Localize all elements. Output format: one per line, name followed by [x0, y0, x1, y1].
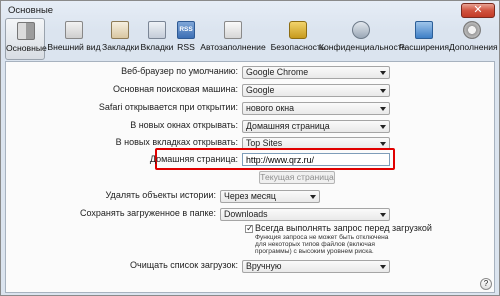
new-windows-select[interactable]: Домашняя страница [242, 120, 390, 133]
close-button[interactable]: ✕ [461, 3, 495, 18]
chevron-down-icon [380, 71, 386, 75]
window-title: Основные [8, 5, 54, 16]
tab-label: Конфиденциальность [319, 42, 407, 52]
remove-history-label: Удалять объекты истории: [105, 190, 216, 200]
safari-opens-label: Safari открывается при открытии: [98, 102, 238, 112]
tab-privacy[interactable]: Конфиденциальность [319, 18, 407, 60]
tab-label: Дополнения [449, 42, 498, 52]
save-downloads-select[interactable]: Downloads [220, 208, 390, 221]
chevron-down-icon [380, 125, 386, 129]
search-engine-select[interactable]: Google [242, 84, 390, 97]
checkmark-icon: ✓ [246, 223, 254, 233]
safari-opens-select[interactable]: нового окна [242, 102, 390, 115]
tab-appearance[interactable]: Внешний вид [47, 18, 101, 60]
select-value: Домашняя страница [246, 121, 330, 131]
tab-autofill[interactable]: Автозаполнение [198, 18, 268, 60]
tab-label: Внешний вид [47, 42, 101, 52]
help-button[interactable]: ? [480, 278, 492, 290]
search-engine-label: Основная поисковая машина: [112, 84, 238, 94]
save-downloads-label: Сохранять загруженное в папке: [79, 208, 216, 218]
tab-bookmarks[interactable]: Закладки [102, 18, 140, 60]
privacy-icon [352, 21, 370, 39]
general-switch-icon [17, 22, 35, 40]
tab-label: RSS [177, 42, 195, 52]
chevron-down-icon [380, 213, 386, 217]
tabs-icon [148, 21, 166, 39]
preferences-window: Основные ✕ Основные Внешний вид Закладки… [0, 0, 500, 296]
general-settings-panel: Веб-браузер по умолчанию: Google Chrome … [5, 61, 495, 293]
bookmarks-icon [111, 21, 129, 39]
remove-history-select[interactable]: Через месяц [220, 190, 320, 203]
tab-tabs[interactable]: Вкладки [140, 18, 174, 60]
tab-general[interactable]: Основные [5, 18, 47, 60]
ask-before-download-checkbox[interactable]: ✓ [245, 223, 254, 233]
extensions-icon [415, 21, 433, 39]
new-tabs-label: В новых вкладках открывать: [115, 137, 238, 147]
chevron-down-icon [310, 195, 316, 199]
default-browser-label: Веб-браузер по умолчанию: [121, 66, 238, 76]
chevron-down-icon [380, 265, 386, 269]
appearance-icon [65, 21, 83, 39]
autofill-icon [224, 21, 242, 39]
select-value: Google Chrome [246, 67, 309, 77]
ask-before-download-note: Функция запроса не может быть отключена … [255, 234, 389, 256]
chevron-down-icon [380, 107, 386, 111]
gear-icon [463, 21, 481, 39]
new-windows-label: В новых окнах открывать: [130, 120, 238, 130]
select-value: Downloads [224, 209, 268, 219]
homepage-label: Домашняя страница: [149, 154, 238, 164]
tab-label: Закладки [102, 42, 140, 52]
tab-rss[interactable]: RSS RSS [175, 18, 197, 60]
current-page-button[interactable]: Текущая страница [259, 171, 335, 184]
homepage-input[interactable] [242, 153, 390, 166]
tab-advanced[interactable]: Дополнения [449, 18, 498, 60]
default-browser-select[interactable]: Google Chrome [242, 66, 390, 79]
clear-downloads-select[interactable]: Вручную [242, 260, 390, 273]
ask-before-download-label: Всегда выполнять запрос перед загрузкой [255, 223, 432, 233]
select-value: Google [246, 85, 275, 95]
select-value: Вручную [246, 261, 282, 271]
select-value: Через месяц [224, 191, 276, 201]
lock-icon [289, 21, 307, 39]
select-value: Top Sites [246, 138, 283, 148]
tab-label: Расширения [399, 42, 449, 52]
tab-extensions[interactable]: Расширения [399, 18, 449, 60]
tab-label: Автозаполнение [200, 42, 266, 52]
clear-downloads-label: Очищать список загрузок: [130, 260, 238, 270]
rss-icon: RSS [177, 21, 195, 39]
select-value: нового окна [246, 103, 295, 113]
tab-label: Основные [6, 43, 47, 53]
preferences-toolbar: Основные Внешний вид Закладки Вкладки RS… [5, 18, 498, 60]
chevron-down-icon [380, 89, 386, 93]
chevron-down-icon [380, 142, 386, 146]
tab-label: Вкладки [140, 42, 174, 52]
